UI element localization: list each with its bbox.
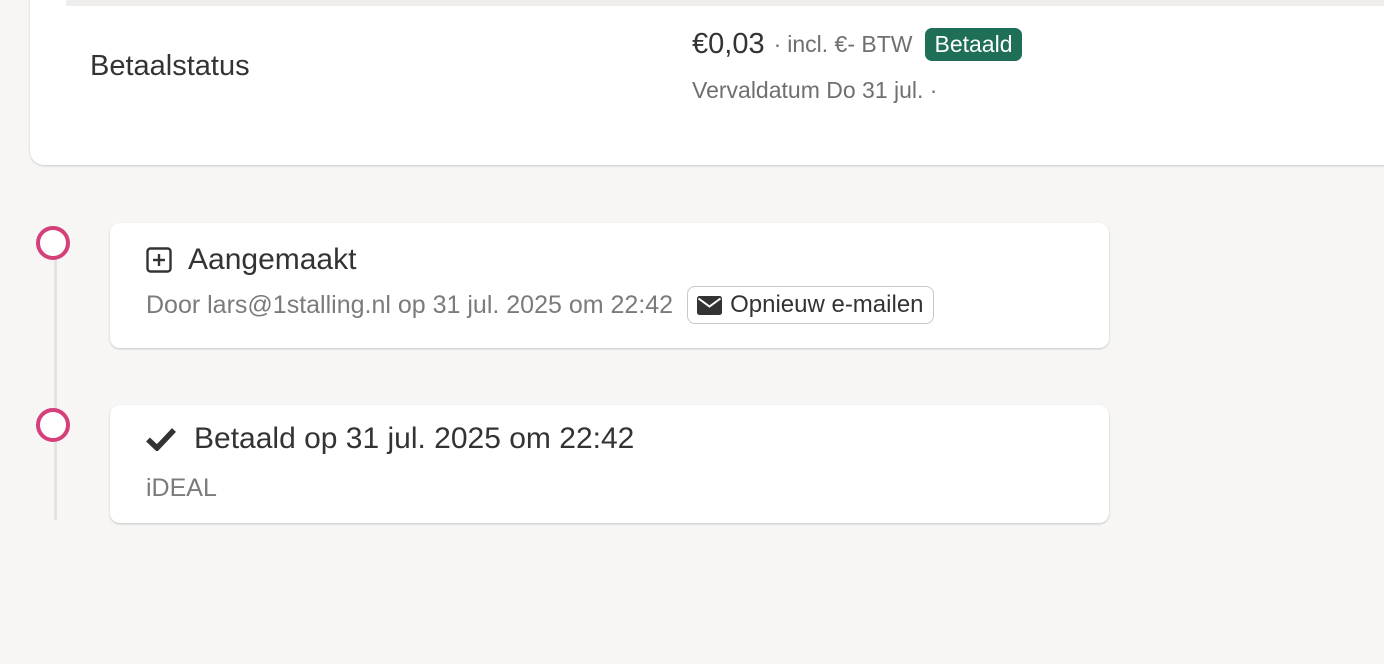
plus-square-icon — [146, 247, 172, 273]
timeline-dot — [36, 408, 70, 442]
timeline-dot — [36, 226, 70, 260]
timeline-connector — [54, 246, 57, 520]
event-title-row: Aangemaakt — [146, 243, 356, 277]
payment-status-label: Betaalstatus — [90, 50, 250, 82]
vat-info: incl. €- BTW — [787, 31, 913, 58]
resend-email-label: Opnieuw e-mailen — [730, 291, 924, 318]
amount-separator: · — [773, 31, 782, 58]
event-title: Aangemaakt — [188, 243, 357, 276]
resend-email-button[interactable]: Opnieuw e-mailen — [687, 286, 934, 324]
event-meta-row: iDEAL — [146, 474, 217, 503]
payment-amount: €0,03 — [692, 28, 765, 61]
status-badge: Betaald — [925, 28, 1022, 62]
timeline-event-paid: Betaald op 31 jul. 2025 om 22:42 iDEAL — [110, 405, 1109, 523]
payment-method: iDEAL — [146, 474, 217, 502]
timeline-event-created: Aangemaakt Door lars@1stalling.nl op 31 … — [110, 223, 1109, 348]
event-title-row: Betaald op 31 jul. 2025 om 22:42 — [146, 422, 634, 456]
section-divider — [66, 0, 1384, 6]
event-title: Betaald op 31 jul. 2025 om 22:42 — [194, 422, 635, 455]
payment-amount-line: €0,03 · incl. €- BTW Betaald — [692, 28, 1022, 62]
payment-status-card: Betaalstatus €0,03 · incl. €- BTW Betaal… — [30, 0, 1384, 165]
event-meta-text: Door lars@1stalling.nl op 31 jul. 2025 o… — [146, 290, 674, 319]
due-date: Vervaldatum Do 31 jul. · — [692, 77, 938, 103]
envelope-icon — [697, 295, 723, 315]
checkmark-icon — [146, 428, 176, 451]
event-meta-row: Door lars@1stalling.nl op 31 jul. 2025 o… — [146, 286, 934, 324]
